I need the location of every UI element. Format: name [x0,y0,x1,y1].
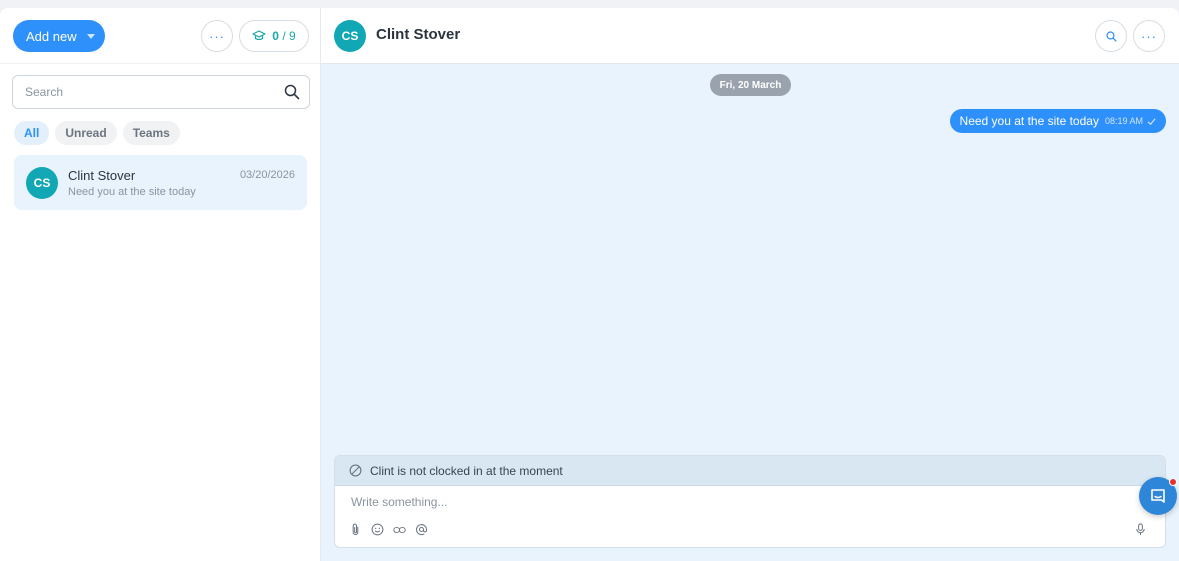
filter-teams[interactable]: Teams [122,121,180,145]
search-input[interactable] [13,76,309,108]
progress-total: 9 [289,29,296,43]
clock-in-notice: Clint is not clocked in at the moment [335,456,1165,486]
onboarding-progress-button[interactable]: 0 / 9 [239,20,309,52]
conversation-sidebar: Add new ··· 0 / 9 Search All Unread Team… [0,8,321,561]
sidebar-toolbar: Add new ··· 0 / 9 [0,8,320,64]
date-divider: Fri, 20 March [710,74,791,96]
add-new-label: Add new [26,28,77,44]
conversation-details: Clint Stover Need you at the site today … [68,168,295,198]
progress-done: 0 [272,29,279,43]
chat-panel: CS Clint Stover ··· Fri, 20 March Need y… [321,8,1179,561]
search-icon [1105,30,1117,42]
at-sign-icon[interactable] [415,523,428,536]
conversation-date: 03/20/2026 [239,168,295,181]
message-time: 08:19 AM [1104,116,1143,126]
ellipsis-icon: ··· [209,28,225,44]
conversation-preview: Need you at the site today [68,185,196,198]
message-text: Need you at the site today [959,114,1099,128]
message-composer: Clint is not clocked in at the moment [334,455,1166,548]
filter-unread[interactable]: Unread [55,121,117,145]
check-icon [1147,117,1156,125]
more-options-button[interactable]: ··· [201,20,233,52]
avatar: CS [26,166,58,199]
graduation-cap-icon [252,30,266,41]
message-input[interactable] [335,487,1165,517]
search-icon[interactable] [284,84,300,100]
messaging-app: Add new ··· 0 / 9 Search All Unread Team… [0,8,1179,561]
add-new-button[interactable]: Add new [13,20,105,52]
paperclip-icon[interactable] [349,523,362,536]
message-bubble[interactable]: Need you at the site today 08:19 AM [949,109,1166,133]
microphone-icon[interactable] [1134,523,1147,536]
chat-search-button[interactable] [1095,20,1127,52]
notification-dot [1169,478,1177,486]
chat-bubble-icon [1151,489,1165,503]
caret-down-icon [86,33,95,39]
blocked-icon [349,464,362,477]
emoji-icon[interactable] [371,523,384,536]
chat-header: CS Clint Stover ··· [321,8,1179,64]
conversation-filters: All Unread Teams [14,121,180,145]
notice-text: Clint is not clocked in at the moment [370,463,563,478]
progress-separator: / [282,29,286,43]
chat-avatar: CS [334,20,366,52]
link-icon[interactable] [393,523,406,536]
filter-all[interactable]: All [14,121,50,145]
chat-title: Clint Stover [376,26,461,43]
composer-tools [349,523,428,536]
search-box [12,75,310,109]
ellipsis-icon: ··· [1141,28,1157,44]
chat-more-button[interactable]: ··· [1133,20,1165,52]
support-chat-button[interactable] [1139,477,1177,515]
conversation-item[interactable]: CS Clint Stover Need you at the site tod… [14,155,307,210]
